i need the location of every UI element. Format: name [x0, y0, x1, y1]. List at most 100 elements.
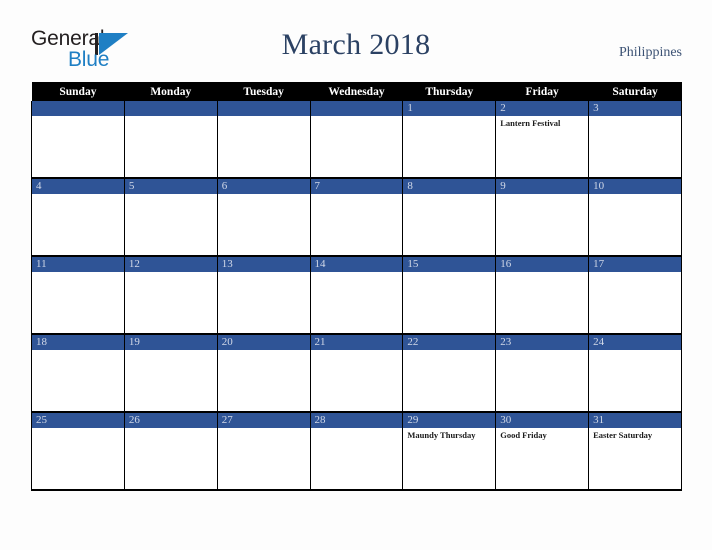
day-number: 1: [403, 101, 496, 116]
calendar-day-cell[interactable]: 8: [402, 178, 497, 257]
day-cell-content: 22: [403, 335, 496, 411]
day-events: [218, 194, 310, 196]
calendar-empty-cell: [309, 101, 404, 179]
calendar-day-cell[interactable]: 4: [31, 178, 125, 257]
calendar-day-cell[interactable]: 25: [31, 412, 125, 491]
day-cell-content: 30 Good Friday: [496, 413, 589, 489]
calendar-day-cell[interactable]: 17: [588, 256, 682, 335]
day-number: 3: [589, 101, 681, 116]
weekday-header-thursday: Thursday: [402, 82, 496, 101]
day-events: [403, 272, 495, 274]
calendar-day-cell[interactable]: 22: [402, 334, 497, 413]
calendar-day-cell[interactable]: 23: [495, 334, 590, 413]
day-number: [217, 101, 310, 116]
calendar-day-cell[interactable]: 14: [309, 256, 404, 335]
day-events: [32, 116, 124, 118]
day-events: [125, 428, 217, 430]
day-cell-content: 28: [310, 413, 403, 489]
day-events: [218, 350, 310, 352]
calendar-week-row: 4 5 6 7 8 9 10: [31, 178, 682, 257]
holiday-label: Maundy Thursday: [407, 430, 476, 440]
calendar-day-cell[interactable]: 18: [31, 334, 125, 413]
day-number: 19: [124, 335, 217, 350]
day-events: [125, 194, 217, 196]
calendar-day-cell[interactable]: 31 Easter Saturday: [588, 412, 682, 491]
calendar-table: Sunday Monday Tuesday Wednesday Thursday Frid…: [31, 82, 682, 491]
calendar-day-cell[interactable]: 15: [402, 256, 497, 335]
calendar-day-cell[interactable]: 19: [123, 334, 218, 413]
day-cell-content: 11: [32, 257, 124, 333]
day-number: 24: [589, 335, 681, 350]
day-events: [32, 194, 124, 196]
day-number: 25: [32, 413, 124, 428]
weekday-header-saturday: Saturday: [588, 82, 682, 101]
day-number: 30: [496, 413, 589, 428]
day-cell-content: 12: [124, 257, 217, 333]
day-cell-content: 16: [496, 257, 589, 333]
day-events: [496, 272, 588, 274]
calendar-day-cell[interactable]: 13: [216, 256, 311, 335]
calendar-week-row: 18 19 20 21 22 23 24: [31, 334, 682, 413]
calendar-day-cell[interactable]: 2 Lantern Festival: [495, 101, 590, 179]
calendar-day-cell[interactable]: 7: [309, 178, 404, 257]
day-number: [310, 101, 403, 116]
country-label: Philippines: [618, 45, 682, 60]
calendar-day-cell[interactable]: 16: [495, 256, 590, 335]
day-cell-content: 21: [310, 335, 403, 411]
calendar-header-row: Sunday Monday Tuesday Wednesday Thursday Frid…: [31, 82, 682, 101]
day-cell-content: 27: [217, 413, 310, 489]
day-number: 13: [217, 257, 310, 272]
weekday-header-monday: Monday: [124, 82, 218, 101]
day-events: [311, 272, 403, 274]
calendar-day-cell[interactable]: 1: [402, 101, 497, 179]
day-cell-content: 1: [403, 101, 496, 177]
calendar-day-cell[interactable]: 6: [216, 178, 311, 257]
calendar-day-cell[interactable]: 11: [31, 256, 125, 335]
calendar-day-cell[interactable]: 21: [309, 334, 404, 413]
calendar-day-cell[interactable]: 12: [123, 256, 218, 335]
day-number: 28: [310, 413, 403, 428]
day-cell-content: 7: [310, 179, 403, 255]
day-events: [218, 116, 310, 118]
day-number: 15: [403, 257, 496, 272]
day-events: [218, 272, 310, 274]
day-events: [125, 272, 217, 274]
calendar-day-cell[interactable]: 24: [588, 334, 682, 413]
calendar-day-cell[interactable]: 10: [588, 178, 682, 257]
calendar-day-cell[interactable]: 26: [123, 412, 218, 491]
day-events: [589, 194, 681, 196]
day-cell-content: [310, 101, 403, 177]
day-events: [311, 428, 403, 430]
calendar-day-cell[interactable]: 5: [123, 178, 218, 257]
calendar-day-cell[interactable]: 28: [309, 412, 404, 491]
calendar-day-cell[interactable]: 29 Maundy Thursday: [402, 412, 497, 491]
calendar-week-row: 25 26 27 28 29 Maundy Thursday 30 Good Friday 31…: [31, 412, 682, 491]
calendar-empty-cell: [216, 101, 311, 179]
day-cell-content: 10: [589, 179, 681, 255]
calendar-day-cell[interactable]: 27: [216, 412, 311, 491]
day-cell-content: 9: [496, 179, 589, 255]
calendar-day-cell[interactable]: 30 Good Friday: [495, 412, 590, 491]
page-title: March 2018: [281, 28, 431, 61]
day-number: 9: [496, 179, 589, 194]
page-header: General Blue March 2018 Philippines: [0, 0, 712, 82]
day-events: Maundy Thursday: [403, 428, 495, 441]
day-cell-content: 8: [403, 179, 496, 255]
day-cell-content: [217, 101, 310, 177]
day-number: 23: [496, 335, 589, 350]
day-cell-content: 18: [32, 335, 124, 411]
day-number: 17: [589, 257, 681, 272]
day-number: 12: [124, 257, 217, 272]
holiday-label: Good Friday: [500, 430, 547, 440]
day-number: 27: [217, 413, 310, 428]
weekday-header-sunday: Sunday: [31, 82, 125, 101]
day-number: 8: [403, 179, 496, 194]
day-number: 14: [310, 257, 403, 272]
calendar-day-cell[interactable]: 3: [588, 101, 682, 179]
day-cell-content: 4: [32, 179, 124, 255]
calendar-day-cell[interactable]: 9: [495, 178, 590, 257]
calendar-day-cell[interactable]: 20: [216, 334, 311, 413]
day-events: [311, 194, 403, 196]
day-events: [589, 272, 681, 274]
calendar-empty-cell: [31, 101, 125, 179]
